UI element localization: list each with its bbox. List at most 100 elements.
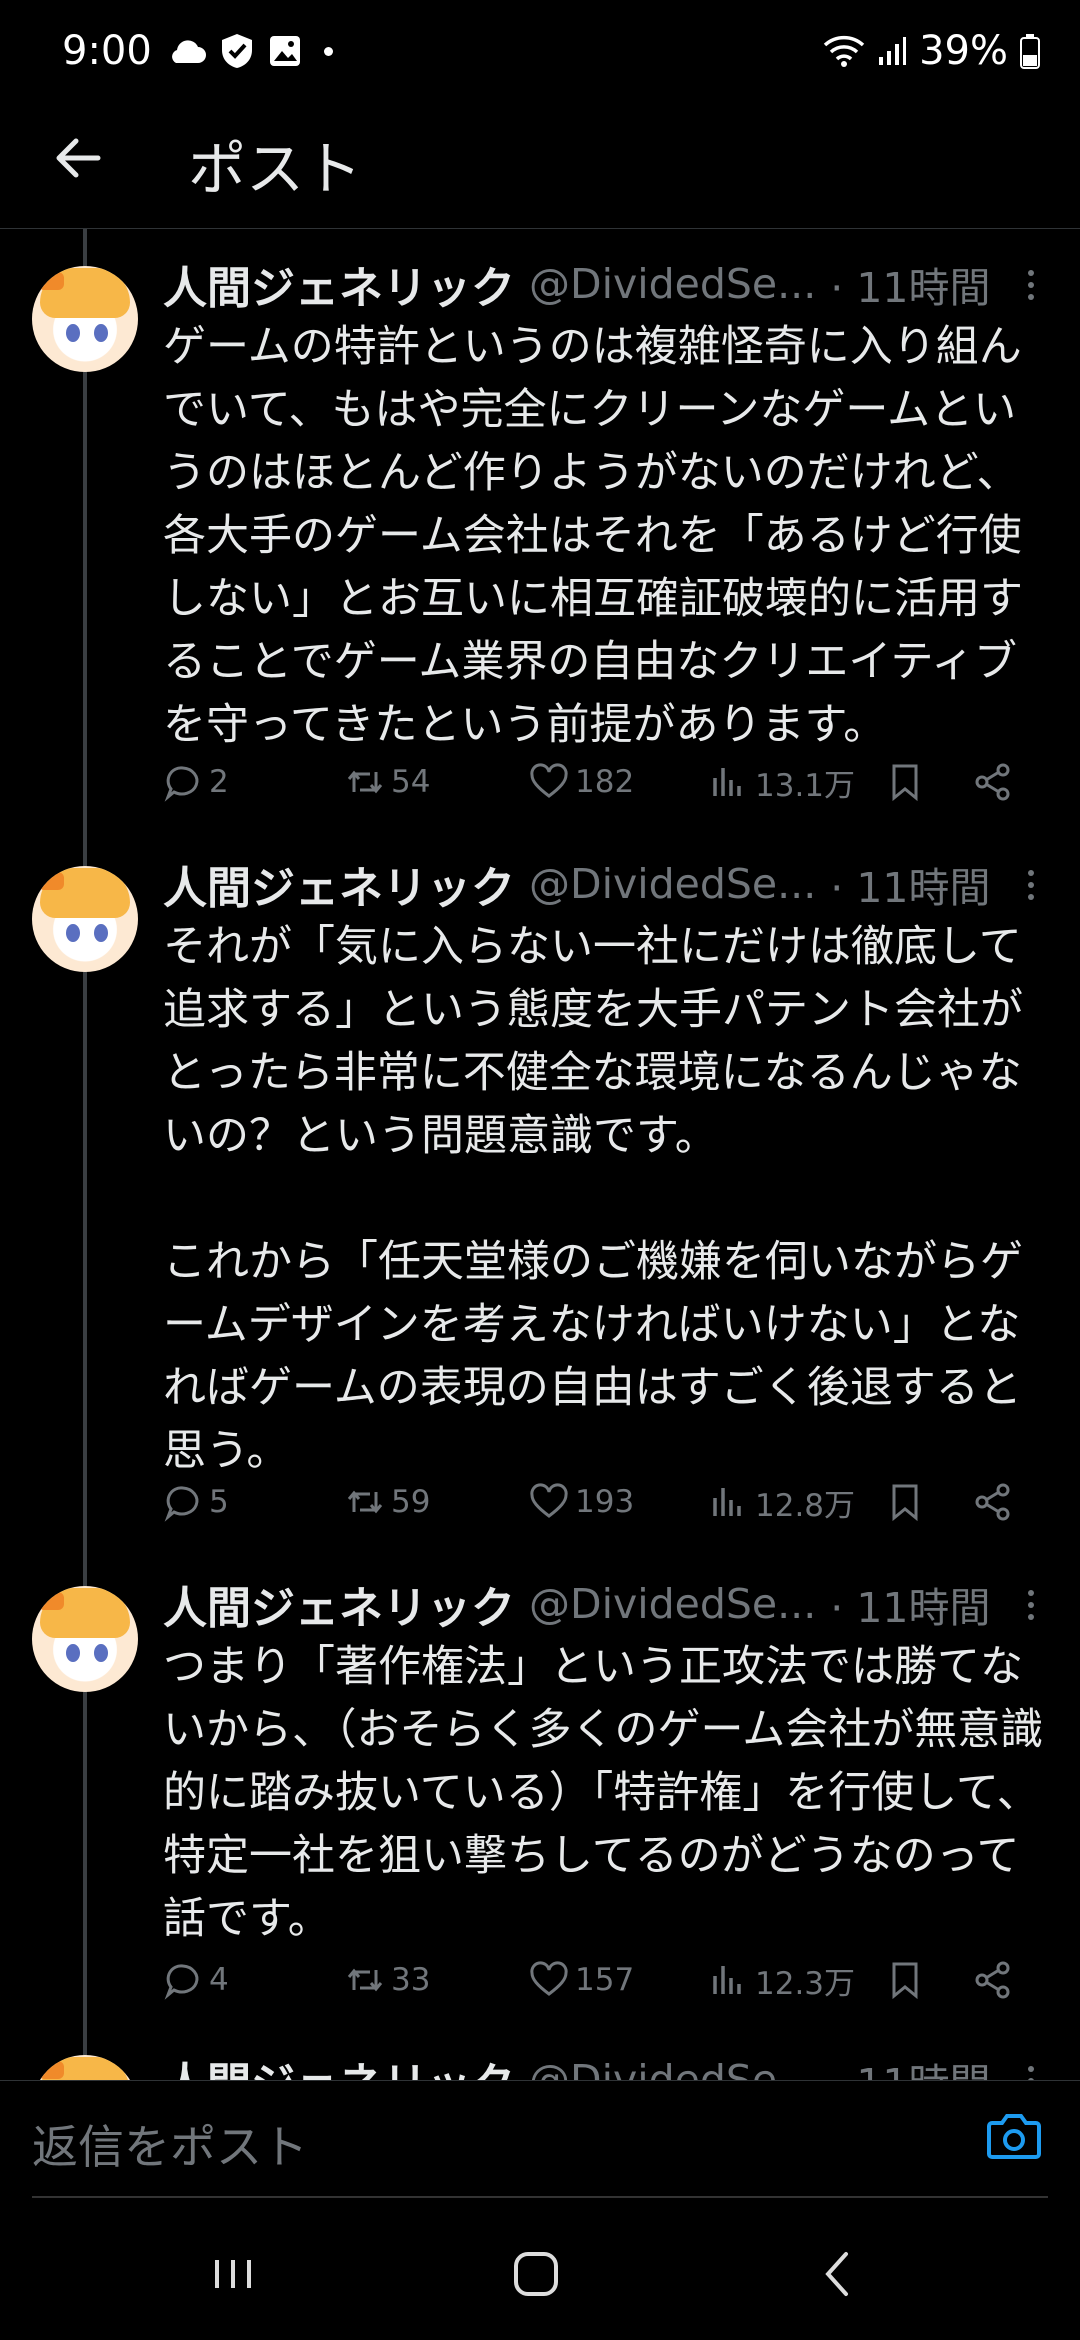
reply-icon <box>164 1486 199 1522</box>
views-icon <box>713 768 741 796</box>
reply-composer: 返信をポスト <box>0 2080 1080 2201</box>
tweet-text: ゲームの特許というのは複雑怪奇に入り組んでいて、もはや完全にクリーンなゲームとい… <box>163 322 1023 750</box>
system-nav-bar <box>0 2200 1080 2340</box>
status-time: 9:00 <box>62 28 152 74</box>
reply-button[interactable]: 2 <box>163 762 345 802</box>
tweet-4[interactable]: 人間ジェネリック @DividedSe... · 11時間 <box>0 2030 1080 2080</box>
tweet-text: つまり「著作権法」という正攻法では勝てないから、（おそらく多くのゲーム会社が無意… <box>163 1642 1044 1944</box>
signal-icon <box>879 37 907 65</box>
retweet-button[interactable]: 54 <box>345 762 529 802</box>
retweet-icon <box>347 1968 383 1992</box>
avatar[interactable] <box>32 2055 138 2080</box>
reply-count: 5 <box>209 1484 229 1520</box>
retweet-count: 59 <box>391 1484 431 1520</box>
recent-apps-icon[interactable] <box>203 2244 263 2304</box>
tweet-header: 人間ジェネリック @DividedSe... · 11時間 <box>163 2050 1043 2080</box>
tweet-1[interactable]: 人間ジェネリック @DividedSe... · 11時間 ゲームの特許というの… <box>0 232 1080 832</box>
display-name[interactable]: 人間ジェネリック <box>163 2048 515 2080</box>
avatar[interactable] <box>32 866 138 972</box>
tweet-text: それが「気に入らない一社にだけは徹底して追求する」という態度を大手パテント会社が… <box>163 922 1023 1476</box>
like-button[interactable]: 182 <box>529 762 709 802</box>
views-icon <box>713 1488 741 1516</box>
camera-icon[interactable] <box>986 2111 1042 2161</box>
like-button[interactable]: 193 <box>529 1482 709 1522</box>
tweet-header: 人間ジェネリック @DividedSe... · 11時間 <box>163 1574 1043 1634</box>
bookmark-button[interactable] <box>885 1960 973 2000</box>
tweet-actions: 4 33 157 12.3万 <box>163 1950 1043 2010</box>
battery-percent: 39% <box>919 28 1008 74</box>
heart-icon <box>530 1483 568 1518</box>
like-count: 193 <box>575 1484 635 1520</box>
tweet-actions: 2 54 182 13.1万 <box>163 752 1043 812</box>
page-title: ポスト <box>188 135 363 203</box>
view-count: 12.3万 <box>755 1965 856 2002</box>
share-icon <box>975 763 1010 801</box>
reply-count: 2 <box>209 764 229 800</box>
more-vertical-icon[interactable] <box>1021 864 1041 904</box>
share-icon <box>975 1961 1010 1999</box>
gallery-icon <box>269 36 300 66</box>
tweet-header: 人間ジェネリック @DividedSe... · 11時間 <box>163 854 1043 914</box>
bookmark-icon <box>892 764 918 802</box>
share-icon <box>975 1483 1010 1521</box>
display-name[interactable]: 人間ジェネリック <box>163 252 515 316</box>
reply-button[interactable]: 4 <box>163 1960 345 2000</box>
wifi-icon <box>823 35 865 67</box>
retweet-icon <box>347 1490 383 1514</box>
tweet-time[interactable]: · 11時間 <box>830 2050 990 2080</box>
more-vertical-icon[interactable] <box>1021 264 1041 304</box>
reply-icon <box>164 1964 199 2000</box>
battery-icon <box>1020 34 1040 69</box>
views-button[interactable]: 13.1万 <box>709 760 885 805</box>
tweet-time[interactable]: · 11時間 <box>830 1574 990 1634</box>
status-right: 39% <box>823 28 1040 74</box>
bookmark-icon <box>892 1484 918 1522</box>
user-handle[interactable]: @DividedSe... <box>529 860 816 908</box>
bookmark-icon <box>892 1962 918 2000</box>
retweet-count: 54 <box>391 764 431 800</box>
user-handle[interactable]: @DividedSe... <box>529 2056 816 2080</box>
bookmark-button[interactable] <box>885 1482 973 1522</box>
shield-check-icon <box>221 34 252 68</box>
like-button[interactable]: 157 <box>529 1960 709 2000</box>
tweet-time[interactable]: · 11時間 <box>830 254 990 314</box>
retweet-count: 33 <box>391 1962 431 1998</box>
more-vertical-icon[interactable] <box>1021 1584 1041 1624</box>
more-vertical-icon[interactable] <box>1021 2060 1041 2080</box>
composer-underline <box>32 2196 1048 2198</box>
arrow-left-icon[interactable] <box>48 128 108 188</box>
tweet-time[interactable]: · 11時間 <box>830 854 990 914</box>
notification-dot <box>323 46 333 56</box>
views-button[interactable]: 12.8万 <box>709 1480 885 1525</box>
view-count: 13.1万 <box>755 767 856 804</box>
retweet-button[interactable]: 33 <box>345 1960 529 2000</box>
share-button[interactable] <box>973 1960 1013 2000</box>
home-icon[interactable] <box>506 2244 566 2304</box>
back-nav-icon[interactable] <box>808 2244 868 2304</box>
reply-count: 4 <box>209 1962 229 1998</box>
reply-input[interactable]: 返信をポスト <box>32 2111 308 2177</box>
like-count: 182 <box>575 764 635 800</box>
share-button[interactable] <box>973 762 1013 802</box>
retweet-button[interactable]: 59 <box>345 1482 529 1522</box>
retweet-icon <box>347 770 383 794</box>
cloud-icon <box>171 40 206 63</box>
user-handle[interactable]: @DividedSe... <box>529 1580 816 1628</box>
view-count: 12.8万 <box>755 1487 856 1524</box>
tweet-3[interactable]: 人間ジェネリック @DividedSe... · 11時間 つまり「著作権法」と… <box>0 1552 1080 2030</box>
like-count: 157 <box>575 1962 635 1998</box>
display-name[interactable]: 人間ジェネリック <box>163 1572 515 1636</box>
user-handle[interactable]: @DividedSe... <box>529 260 816 308</box>
share-button[interactable] <box>973 1482 1013 1522</box>
top-bar: ポスト <box>0 100 1080 229</box>
tweet-2[interactable]: 人間ジェネリック @DividedSe... · 11時間 それが「気に入らない… <box>0 832 1080 1552</box>
views-button[interactable]: 12.3万 <box>709 1958 885 2003</box>
tweet-actions: 5 59 193 12.8万 <box>163 1472 1043 1532</box>
heart-icon <box>530 763 568 798</box>
reply-button[interactable]: 5 <box>163 1482 345 1522</box>
reply-icon <box>164 766 199 802</box>
avatar[interactable] <box>32 266 138 372</box>
avatar[interactable] <box>32 1586 138 1692</box>
display-name[interactable]: 人間ジェネリック <box>163 852 515 916</box>
bookmark-button[interactable] <box>885 762 973 802</box>
